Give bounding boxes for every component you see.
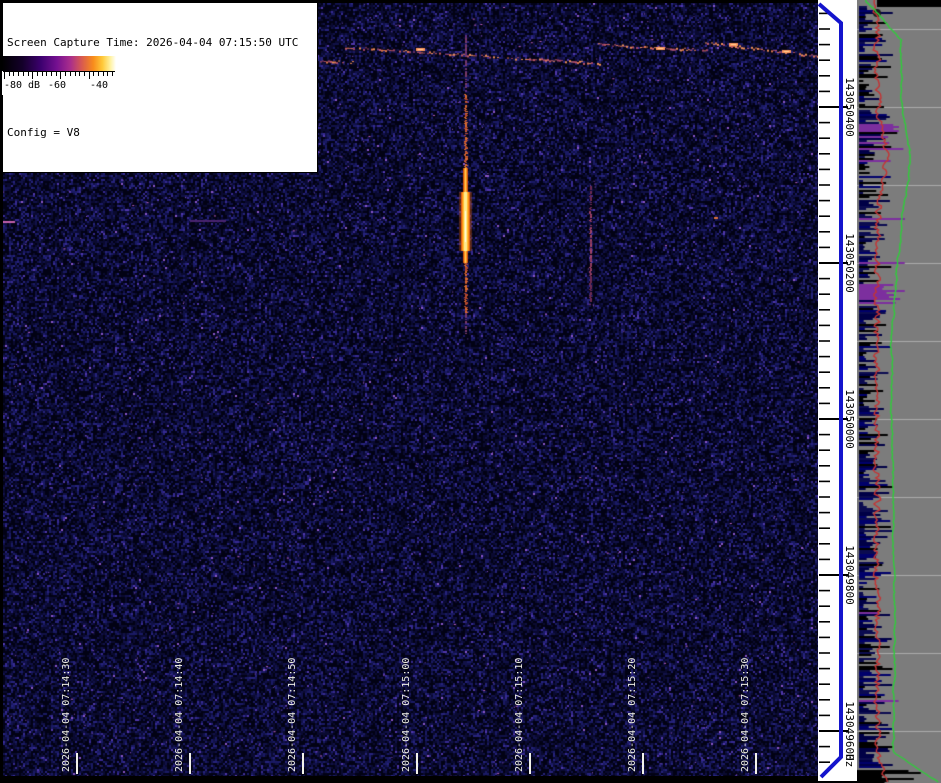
config-text: Config = V8 xyxy=(7,125,313,140)
db-color-scale: -80 dB -60 -40 xyxy=(2,56,116,95)
time-tick-mark xyxy=(416,753,418,774)
db-scale-label: -60 xyxy=(48,80,66,91)
frequency-tick-label: 143050400 xyxy=(843,52,856,162)
db-scale-ruler xyxy=(3,71,115,80)
frequency-unit-label: Hz xyxy=(843,754,856,783)
time-tick-mark xyxy=(755,753,757,774)
time-tick-mark xyxy=(302,753,304,774)
db-scale-label: dB xyxy=(28,80,40,91)
time-tick-label: 2026-04-04 07:15:10 xyxy=(514,612,525,772)
time-tick-label: 2026-04-04 07:14:30 xyxy=(61,612,72,772)
spectrum-panel-canvas xyxy=(857,0,941,783)
meteor-spectrogram-display: Screen Capture Time: 2026-04-04 07:15:50… xyxy=(0,0,941,783)
colormap-gradient xyxy=(2,56,116,71)
frequency-tick-label: 143049800 xyxy=(843,520,856,630)
time-tick-mark xyxy=(529,753,531,774)
time-tick-mark xyxy=(76,753,78,774)
frequency-tick-label: 143050000 xyxy=(843,364,856,474)
db-scale-label: -80 xyxy=(4,80,22,91)
time-tick-mark xyxy=(189,753,191,774)
db-scale-labels: -80 dB -60 -40 xyxy=(2,80,116,94)
time-tick-label: 2026-04-04 07:15:30 xyxy=(740,612,751,772)
frequency-tick-label: 143050200 xyxy=(843,208,856,318)
time-tick-label: 2026-04-04 07:14:40 xyxy=(174,612,185,772)
time-tick-label: 2026-04-04 07:15:20 xyxy=(627,612,638,772)
capture-time-text: Screen Capture Time: 2026-04-04 07:15:50… xyxy=(7,35,313,50)
time-tick-mark xyxy=(642,753,644,774)
db-scale-label: -40 xyxy=(90,80,108,91)
time-tick-label: 2026-04-04 07:14:50 xyxy=(287,612,298,772)
frequency-axis-bracket xyxy=(819,4,841,777)
time-tick-label: 2026-04-04 07:15:00 xyxy=(401,612,412,772)
